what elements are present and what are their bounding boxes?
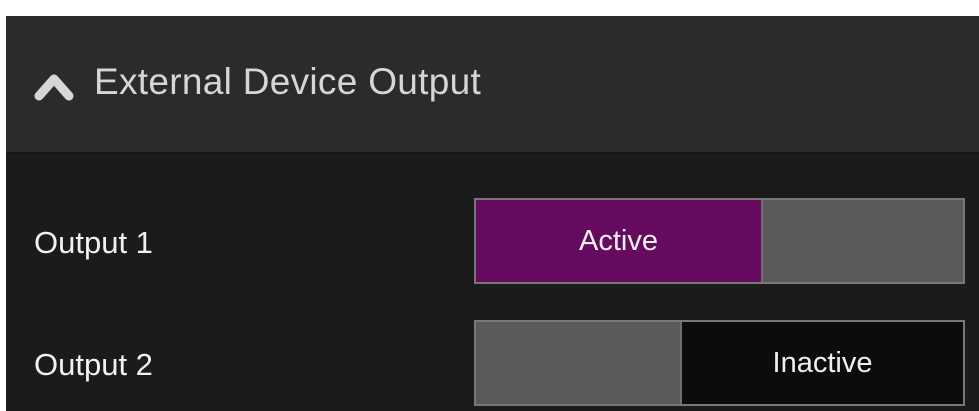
external-device-output-panel: External Device Output Output 1 Active O… — [6, 16, 979, 411]
output-2-label: Output 2 — [34, 347, 153, 382]
chevron-up-icon[interactable] — [33, 68, 75, 104]
output-1-off-segment[interactable] — [761, 200, 963, 282]
output-2-toggle[interactable]: Inactive — [474, 320, 965, 406]
section-title: External Device Output — [94, 61, 482, 102]
output-1-label: Output 1 — [34, 225, 153, 260]
output-1-active-segment[interactable]: Active — [476, 200, 761, 282]
top-margin — [0, 0, 979, 16]
output-2-on-segment[interactable] — [476, 322, 682, 404]
output-1-toggle[interactable]: Active — [474, 198, 965, 284]
section-header[interactable]: External Device Output — [6, 16, 979, 153]
output-2-inactive-segment[interactable]: Inactive — [682, 322, 963, 404]
